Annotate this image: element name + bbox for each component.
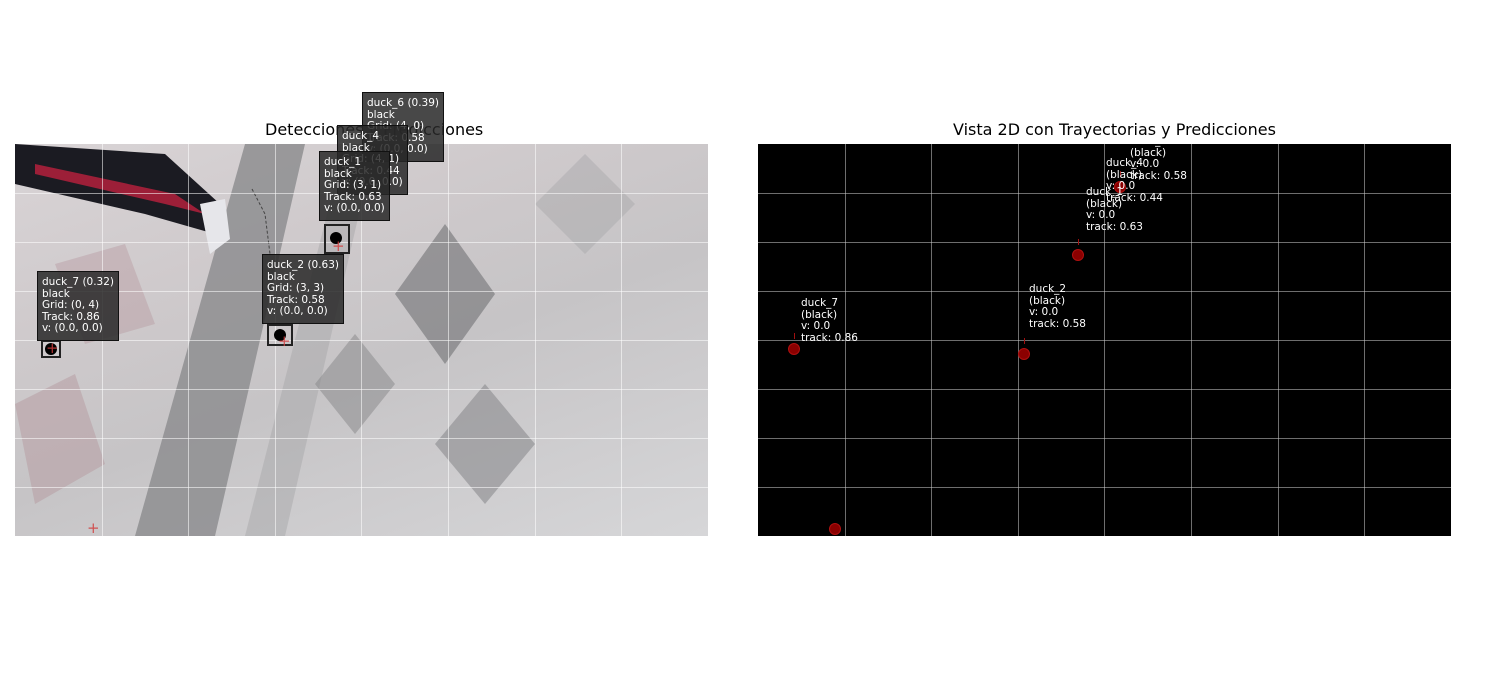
detection-label-line: v: (0.0, 0.0) xyxy=(42,322,103,335)
detection-label-line: v: (0.0, 0.0) xyxy=(267,305,328,318)
track-label-line: track: 0.63 xyxy=(1086,220,1143,233)
track-label-line: duck_4 xyxy=(1106,157,1144,169)
detection-label-line: duck_4 xyxy=(342,130,380,142)
prediction-tick-duck_2 xyxy=(1024,338,1025,344)
prediction-cross-extra: + xyxy=(87,519,100,536)
track-point-duck_7 xyxy=(788,343,800,355)
detection-label-line: duck_7 (0.32) xyxy=(42,276,115,288)
gridline-horizontal xyxy=(758,242,1451,244)
track-label-line: duck_2 xyxy=(1029,283,1067,295)
detection-label-duck_7: duck_7 (0.32) black Grid: (0, 4) Track: 0.8… xyxy=(37,271,120,341)
track-label-duck_1: duck_1 (black) v: 0.0 track: 0.63 xyxy=(1086,186,1143,233)
right-panel-title: Vista 2D con Trayectorias y Predicciones xyxy=(953,120,1276,139)
track-label-duck_2: duck_2 (black) v: 0.0 track: 0.58 xyxy=(1029,283,1086,330)
gridline-horizontal xyxy=(758,438,1451,440)
detection-label-duck_1: duck_1 black Grid: (3, 1) Track: 0.63 v: (0.… xyxy=(319,151,390,221)
gridline-horizontal xyxy=(758,291,1451,293)
track-point-extra xyxy=(829,523,841,535)
prediction-cross-duck_7: + xyxy=(46,339,59,357)
track-label-line: track: 0.58 xyxy=(1029,317,1086,330)
track-point-duck_2 xyxy=(1018,348,1030,360)
gridline-horizontal xyxy=(15,438,708,440)
prediction-tick-duck_7 xyxy=(794,333,795,339)
track-label-line: track: 0.86 xyxy=(801,331,858,344)
track-point-duck_1 xyxy=(1072,249,1084,261)
gridline-horizontal xyxy=(758,389,1451,391)
track-label-line: duck_7 xyxy=(801,297,839,309)
gridline-horizontal xyxy=(15,487,708,489)
track-label-duck_7: duck_7 (black) v: 0.0 track: 0.86 xyxy=(801,297,858,344)
detection-label-line: duck_1 xyxy=(324,156,362,168)
track-label-line: duck_1 xyxy=(1086,186,1124,198)
prediction-cross-duck_2: + xyxy=(278,332,291,350)
map-view-axes: duck_6(black)v: 0.0track: 0.58duck_4(bla… xyxy=(758,144,1451,536)
gridline-horizontal xyxy=(15,389,708,391)
gridline-horizontal xyxy=(15,242,708,244)
gridline-horizontal xyxy=(758,340,1451,342)
prediction-tick-duck_1 xyxy=(1078,239,1079,245)
detection-label-line: duck_2 (0.63) xyxy=(267,259,340,271)
detection-label-line: v: (0.0, 0.0) xyxy=(324,202,385,215)
prediction-cross-duck_1: + xyxy=(332,237,345,255)
gridline-horizontal xyxy=(758,487,1451,489)
detection-label-line: duck_6 (0.39) xyxy=(367,97,440,109)
detection-label-duck_2: duck_2 (0.63) black Grid: (3, 3) Track: 0.5… xyxy=(262,254,345,324)
